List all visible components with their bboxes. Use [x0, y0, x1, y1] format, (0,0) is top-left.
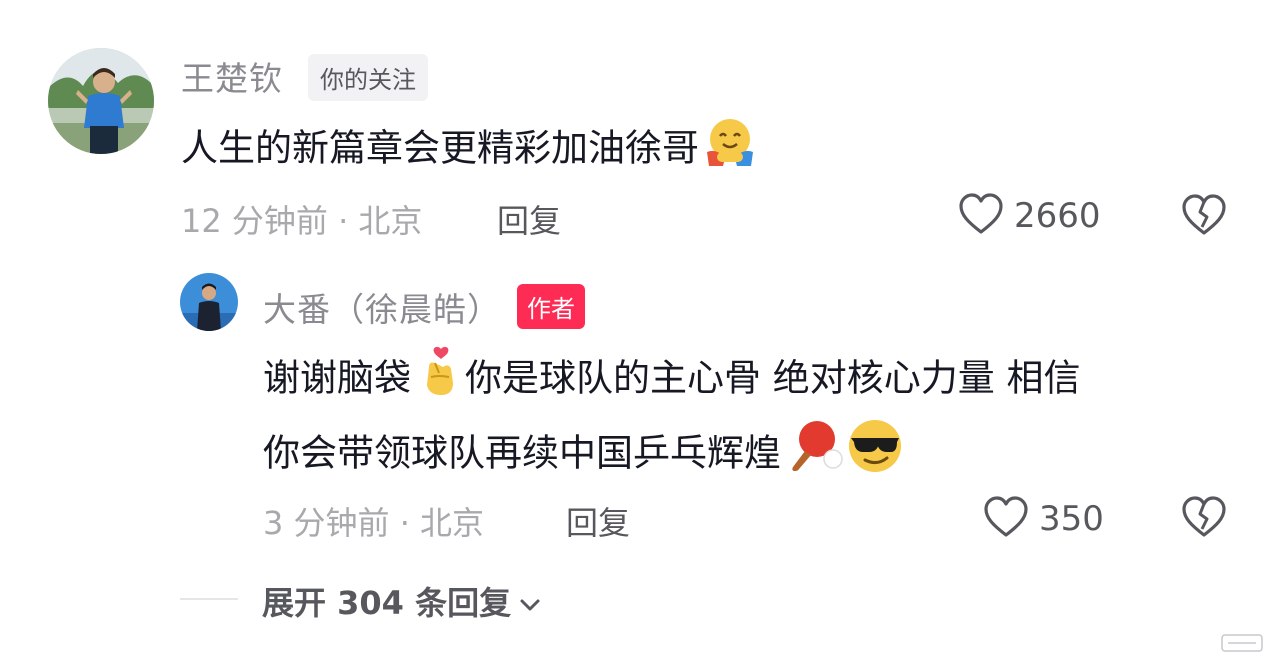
reply-like-button[interactable]: 350 — [983, 495, 1104, 543]
reply-text-line2: 你会带领球队再续中国乒乓辉煌 — [263, 418, 905, 492]
author-tag: 作者 — [517, 284, 585, 329]
avatar-dafan[interactable] — [180, 273, 238, 331]
expand-divider — [180, 598, 238, 600]
comment-text-content: 人生的新篇章会更精彩加油徐哥 — [181, 126, 699, 170]
reply-reply-button[interactable]: 回复 — [566, 498, 630, 544]
comment-text: 人生的新篇章会更精彩加油徐哥 — [181, 114, 757, 186]
broken-heart-icon[interactable] — [1181, 193, 1227, 241]
reply-text-part2: 你是球队的主心骨 绝对核心力量 相信 — [465, 356, 1081, 400]
heart-icon — [958, 192, 1004, 240]
reply-timestamp: 3 分钟前 · 北京 — [263, 504, 485, 542]
expand-replies-label: 展开 304 条回复 — [262, 584, 512, 622]
sunglasses-emoji — [845, 418, 905, 492]
watermark-logo — [1220, 631, 1264, 659]
reply-text-part3: 你会带领球队再续中国乒乓辉煌 — [263, 431, 781, 475]
heart-icon — [983, 495, 1029, 543]
follow-tag: 你的关注 — [308, 54, 428, 101]
reply-username[interactable]: 大番（徐晨皓） — [263, 283, 501, 331]
ping-pong-emoji — [785, 419, 843, 491]
comment-username[interactable]: 王楚钦 — [181, 52, 283, 100]
reply-text-part1: 谢谢脑袋 — [263, 356, 411, 400]
broken-heart-icon[interactable] — [1181, 495, 1227, 543]
comment-like-count: 2660 — [1014, 196, 1101, 236]
hugging-face-emoji — [703, 114, 757, 186]
avatar-wangchuqin[interactable] — [48, 48, 154, 154]
expand-replies-button[interactable]: 展开 304 条回复 — [262, 578, 541, 624]
finger-heart-emoji — [419, 345, 459, 415]
reply-like-count: 350 — [1039, 499, 1104, 539]
comment-like-button[interactable]: 2660 — [958, 192, 1101, 240]
reply-text-line1: 谢谢脑袋 你是球队的主心骨 绝对核心力量 相信 — [263, 345, 1081, 415]
comment-timestamp: 12 分钟前 · 北京 — [181, 202, 423, 240]
comment-reply-button[interactable]: 回复 — [497, 196, 561, 242]
chevron-down-icon — [519, 582, 541, 620]
